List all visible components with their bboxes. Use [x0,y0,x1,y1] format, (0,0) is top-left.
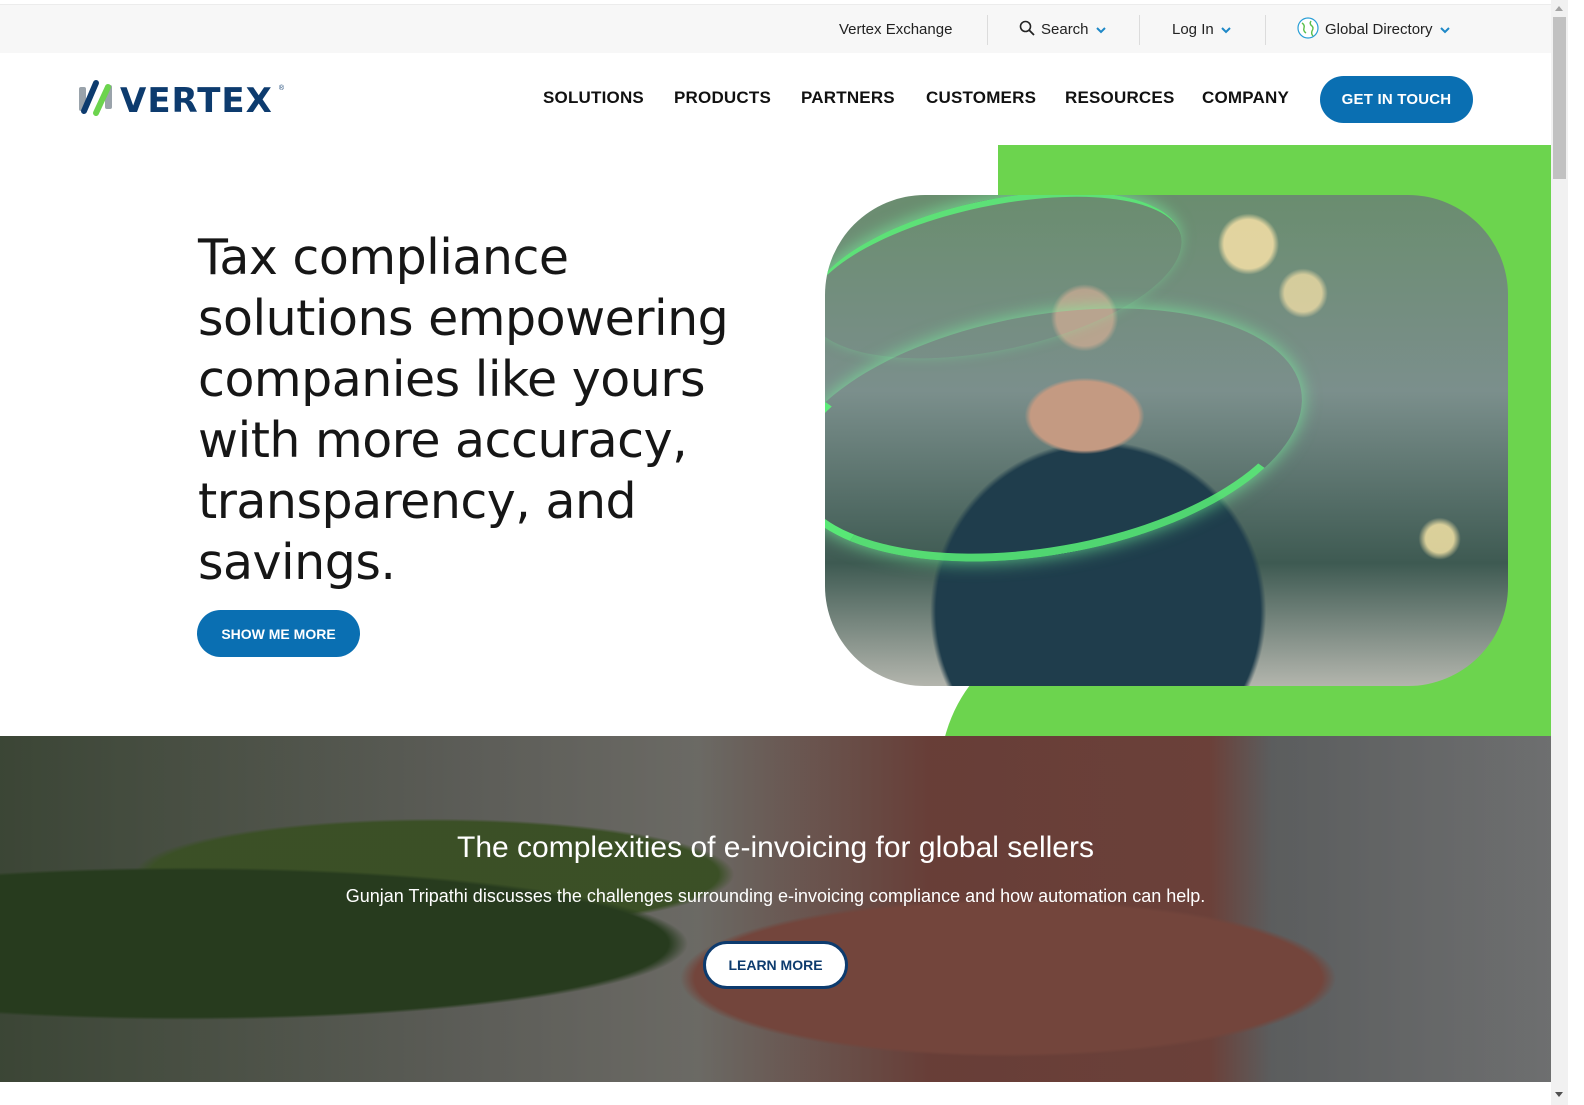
search-dropdown[interactable]: Search [1019,5,1107,54]
hero-title: Tax compliance solutions empowering comp… [198,229,729,591]
nav-solutions[interactable]: SOLUTIONS [543,88,644,108]
vertex-logo[interactable]: VERTEX ® [78,79,284,122]
nav-company[interactable]: COMPANY [1202,88,1289,108]
scroll-thumb[interactable] [1553,17,1566,179]
scroll-down-icon[interactable] [1555,1092,1563,1097]
vertex-exchange-label: Vertex Exchange [839,21,953,38]
page-scrollbar[interactable] [1551,0,1568,1105]
nav-customers[interactable]: CUSTOMERS [926,88,1036,108]
divider [1139,15,1140,45]
login-dropdown[interactable]: Log In [1172,5,1232,54]
globe-icon [1297,16,1319,43]
search-label: Search [1041,21,1089,38]
login-label: Log In [1172,21,1214,38]
vertex-exchange-link[interactable]: Vertex Exchange [839,5,952,54]
divider [1265,15,1266,45]
chevron-down-icon [1220,24,1232,36]
divider [987,15,988,45]
main-header: VERTEX ® SOLUTIONS PRODUCTS PARTNERS CUS… [0,53,1551,145]
nav-resources[interactable]: RESOURCES [1065,88,1175,108]
get-in-touch-button[interactable]: GET IN TOUCH [1320,76,1473,123]
hero-image [825,195,1508,686]
chevron-down-icon [1439,24,1451,36]
chevron-down-icon [1095,24,1107,36]
search-icon [1019,20,1035,40]
promo-title: The complexities of e-invoicing for glob… [457,831,1094,864]
vertex-logo-mark-icon [78,79,114,122]
show-me-more-button[interactable]: SHOW ME MORE [197,610,360,657]
scroll-up-icon[interactable] [1555,6,1563,11]
nav-partners[interactable]: PARTNERS [801,88,895,108]
utility-bar: Vertex Exchange Search Log In Global Dir… [0,4,1551,53]
promo-subtitle: Gunjan Tripathi discusses the challenges… [345,886,1206,906]
global-directory-dropdown[interactable]: Global Directory [1297,5,1451,54]
learn-more-button[interactable]: LEARN MORE [703,941,848,989]
promo-banner: The complexities of e-invoicing for glob… [0,736,1551,1082]
logo-text: VERTEX [120,80,273,121]
hero-section: Tax compliance solutions empowering comp… [0,145,1551,736]
global-directory-label: Global Directory [1325,21,1433,38]
nav-products[interactable]: PRODUCTS [674,88,771,108]
registered-mark: ® [278,85,284,92]
